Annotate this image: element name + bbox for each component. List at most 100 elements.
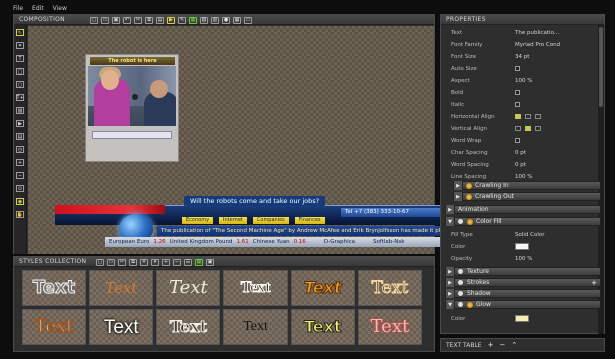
- style-tile[interactable]: Text: [223, 270, 288, 306]
- cut-style-icon[interactable]: ✂: [118, 259, 126, 266]
- cut-icon[interactable]: ✂: [134, 17, 142, 24]
- image-tool-icon[interactable]: ▨: [16, 107, 24, 114]
- prop-row-opacity[interactable]: Opacity 100 %: [451, 253, 601, 264]
- italic-checkbox[interactable]: [515, 102, 520, 107]
- photo-widget[interactable]: The robot is here: [85, 54, 179, 162]
- zoom-out-icon[interactable]: −: [16, 172, 24, 179]
- clip-tool-icon[interactable]: ▤: [16, 133, 24, 140]
- prop-row-glow-color[interactable]: Color: [451, 313, 601, 324]
- grid-icon[interactable]: ▦: [233, 17, 241, 24]
- prop-row-horizontal-align[interactable]: Horizontal Align: [451, 111, 601, 122]
- hand-tool-icon[interactable]: ✋: [16, 211, 24, 218]
- list-view-icon[interactable]: ☰: [184, 259, 192, 266]
- visibility-icon[interactable]: [458, 291, 463, 296]
- video-tool-icon[interactable]: ▶: [16, 120, 24, 127]
- remove-icon[interactable]: −: [499, 341, 505, 349]
- select-tool-icon[interactable]: ↖: [16, 29, 24, 36]
- new-style-icon[interactable]: ▢: [96, 259, 104, 266]
- expand-arrow-icon[interactable]: ▶: [446, 278, 455, 287]
- style-tile[interactable]: Text: [89, 270, 154, 306]
- add-icon[interactable]: +: [488, 341, 494, 349]
- align-middle-icon[interactable]: [525, 126, 531, 131]
- add-style-icon[interactable]: +: [162, 259, 170, 266]
- zoom-actual-icon[interactable]: ◉: [16, 198, 24, 205]
- align-center-icon[interactable]: [525, 114, 531, 119]
- crop-tool-icon[interactable]: ⌗: [16, 42, 24, 49]
- align-bottom-icon[interactable]: [535, 126, 541, 131]
- align-left-icon[interactable]: [515, 114, 521, 119]
- visibility-icon[interactable]: [458, 302, 463, 307]
- style-tile[interactable]: Text: [156, 270, 221, 306]
- prop-row-bold[interactable]: Bold: [451, 87, 601, 98]
- dropdown-icon[interactable]: ▾: [151, 259, 159, 266]
- style-tile[interactable]: Text: [290, 270, 355, 306]
- style-tile[interactable]: Text: [22, 270, 87, 306]
- prop-row-text[interactable]: Text The publicatio...: [451, 27, 601, 38]
- bold-checkbox[interactable]: [515, 90, 520, 95]
- prop-row-aspect[interactable]: Aspect 100 %: [451, 75, 601, 86]
- prop-row-char-spacing[interactable]: Char Spacing 0 pt: [451, 147, 601, 158]
- visibility-icon[interactable]: [458, 269, 463, 274]
- fill-color-swatch[interactable]: [515, 243, 529, 250]
- visibility-icon[interactable]: [458, 280, 463, 285]
- frame-icon[interactable]: ▥: [211, 17, 219, 24]
- prop-row-word-spacing[interactable]: Word Spacing 0 pt: [451, 159, 601, 170]
- glow-color-swatch[interactable]: [515, 315, 529, 322]
- save-icon[interactable]: ▣: [112, 17, 120, 24]
- play-icon[interactable]: ▶: [167, 17, 175, 24]
- style-tile[interactable]: Text: [22, 309, 87, 345]
- section-glow[interactable]: ▼ Glow: [445, 300, 601, 309]
- prop-row-auto-size[interactable]: Auto Size: [451, 63, 601, 74]
- style-tile[interactable]: Text: [156, 309, 221, 345]
- menu-file[interactable]: File: [13, 4, 23, 13]
- edit-icon[interactable]: ✎: [178, 17, 186, 24]
- prop-row-font-size[interactable]: Font Size 34 pt: [451, 51, 601, 62]
- remove-style-icon[interactable]: −: [173, 259, 181, 266]
- large-view-icon[interactable]: ▣: [206, 259, 214, 266]
- style-tile[interactable]: Text: [357, 309, 422, 345]
- prop-row-fill-type[interactable]: Fill Type Solid Color: [451, 229, 601, 240]
- text-plus-tool-icon[interactable]: T+: [16, 94, 24, 101]
- collapse-icon[interactable]: ⌃: [511, 341, 517, 349]
- menu-edit[interactable]: Edit: [32, 4, 44, 13]
- visibility-icon[interactable]: [458, 219, 463, 224]
- layers-icon[interactable]: ▦: [189, 17, 197, 24]
- ellipse-tool-icon[interactable]: ○: [16, 81, 24, 88]
- rect-tool-icon[interactable]: □: [16, 68, 24, 75]
- paste-icon[interactable]: ▤: [156, 17, 164, 24]
- align-top-icon[interactable]: [515, 126, 521, 131]
- record-icon[interactable]: ●: [222, 17, 230, 24]
- prop-row-fill-color[interactable]: Color: [451, 241, 601, 252]
- section-animation[interactable]: ▶ Animation: [445, 205, 601, 214]
- copy-icon[interactable]: ⧉: [145, 17, 153, 24]
- section-color-fill[interactable]: ▼ Color Fill: [445, 217, 601, 226]
- expand-arrow-icon[interactable]: ▶: [446, 289, 455, 298]
- section-crawling-in[interactable]: ▶ Crawling In: [453, 181, 601, 190]
- expand-arrow-icon[interactable]: ▶: [446, 205, 455, 214]
- prop-row-vertical-align[interactable]: Vertical Align: [451, 123, 601, 134]
- zoom-fit-icon[interactable]: ⊙: [16, 185, 24, 192]
- style-tile[interactable]: Text: [223, 309, 288, 345]
- prop-row-font-family[interactable]: Font Family Myriad Pro Cond: [451, 39, 601, 50]
- clock-tool-icon[interactable]: ◷: [16, 146, 24, 153]
- preview-icon[interactable]: ▭: [244, 17, 252, 24]
- collapse-arrow-icon[interactable]: ▼: [446, 300, 455, 309]
- section-crawling-out[interactable]: ▶ Crawling Out: [453, 192, 601, 201]
- style-tile[interactable]: Text: [89, 309, 154, 345]
- menu-view[interactable]: View: [53, 4, 67, 13]
- prop-row-italic[interactable]: Italic: [451, 99, 601, 110]
- text-tool-icon[interactable]: T: [16, 55, 24, 62]
- align-right-icon[interactable]: [535, 114, 541, 119]
- undo-icon[interactable]: ↶: [123, 17, 131, 24]
- open-icon[interactable]: ▭: [101, 17, 109, 24]
- word-wrap-checkbox[interactable]: [515, 138, 520, 143]
- prop-row-word-wrap[interactable]: Word Wrap: [451, 135, 601, 146]
- expand-arrow-icon[interactable]: ▶: [446, 267, 455, 276]
- style-tile[interactable]: Text: [357, 270, 422, 306]
- add-stroke-icon[interactable]: +: [591, 279, 597, 287]
- image-icon[interactable]: ▧: [200, 17, 208, 24]
- expand-arrow-icon[interactable]: ▶: [454, 181, 463, 190]
- copy-style-icon[interactable]: ⧉: [129, 259, 137, 266]
- news-lower-third[interactable]: Will the robots come and take our jobs? …: [55, 196, 445, 251]
- open-style-icon[interactable]: ▭: [107, 259, 115, 266]
